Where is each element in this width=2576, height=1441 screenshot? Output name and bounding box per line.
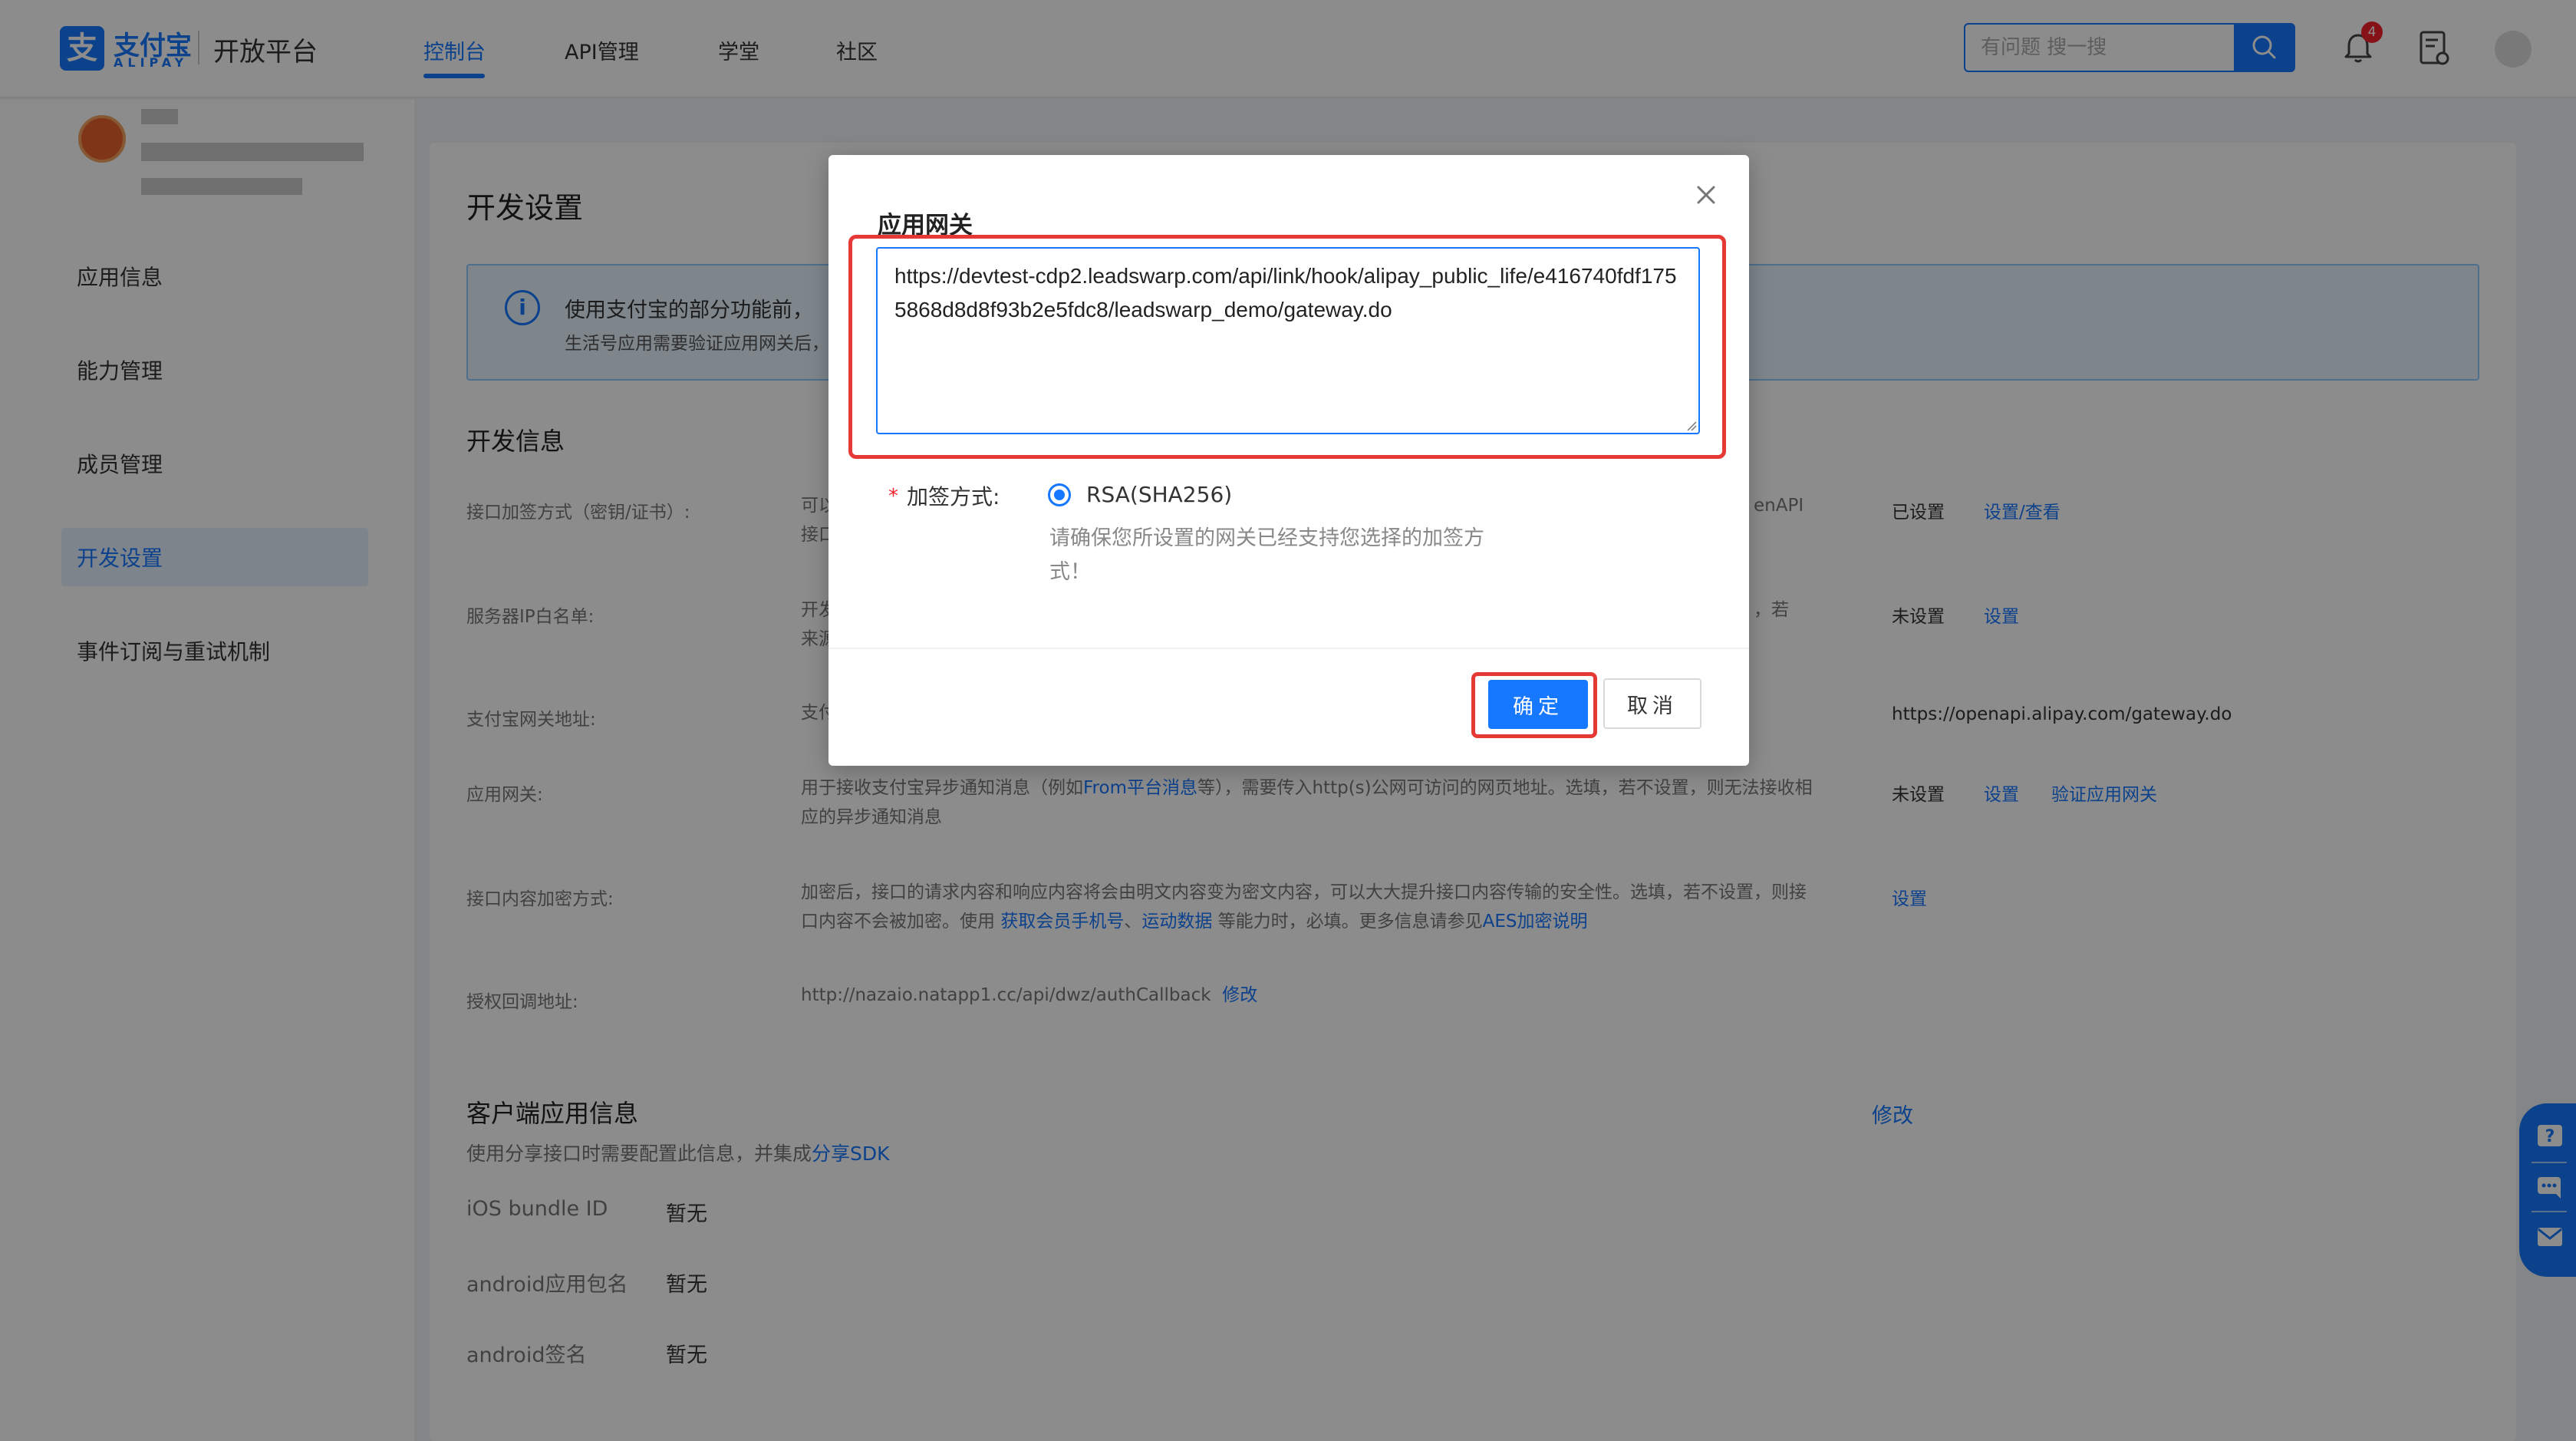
rsa-sha256-label[interactable]: RSA(SHA256) xyxy=(1086,482,1232,507)
required-mark: * xyxy=(888,485,898,508)
close-icon[interactable] xyxy=(1694,183,1718,207)
sign-method-label: 加签方式: xyxy=(907,484,1000,509)
modal-footer-divider xyxy=(828,648,1749,649)
cancel-button[interactable]: 取消 xyxy=(1603,678,1701,729)
resize-handle-icon[interactable] xyxy=(1685,419,1697,431)
rsa-sha256-radio[interactable] xyxy=(1048,483,1071,506)
confirm-button[interactable]: 确定 xyxy=(1488,680,1588,729)
sign-hint: 请确保您所设置的网关已经支持您选择的加签方式！ xyxy=(1049,526,1484,584)
gateway-url-textarea[interactable] xyxy=(876,247,1700,434)
